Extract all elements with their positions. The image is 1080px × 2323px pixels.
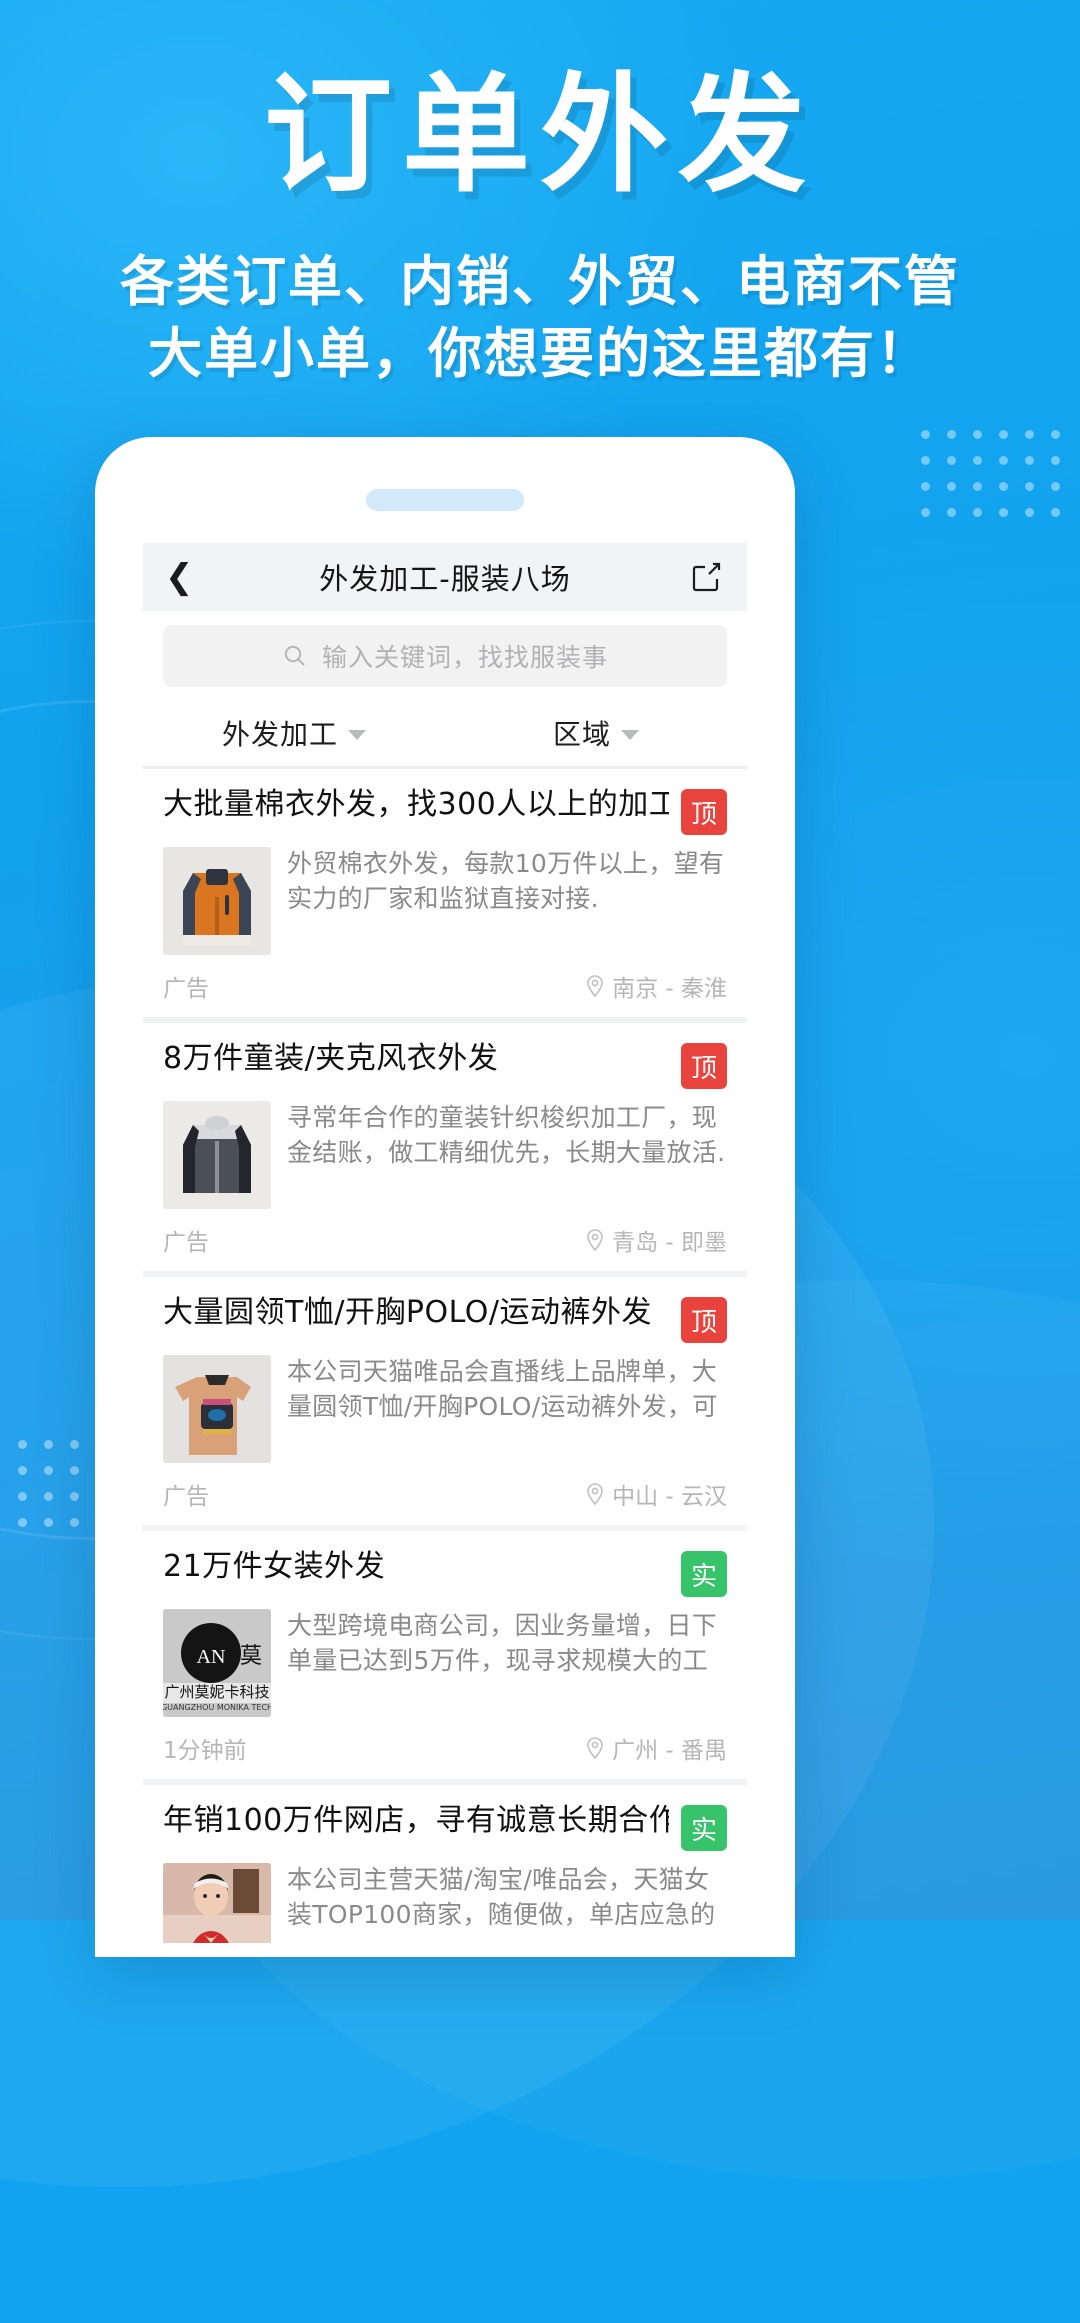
listing-card[interactable]: 21万件女装外发 实 AN 莫 广州莫妮卡科技 GUANGZHOU MONIKA… <box>143 1531 747 1785</box>
chevron-left-icon[interactable]: ❮ <box>165 560 205 594</box>
status-badge: 顶 <box>681 789 727 835</box>
search-input[interactable]: 输入关键词，找找服装事 <box>163 625 727 687</box>
filter-region-label: 区域 <box>552 717 611 751</box>
listing-card[interactable]: 大量圆领T恤/开胸POLO/运动裤外发 顶 本公司天猫唯品会直播线上品牌单，大量… <box>143 1277 747 1531</box>
hero-subtitle-line-1: 各类订单、内销、外贸、电商不管 <box>120 250 960 313</box>
listing-card[interactable]: 大批量棉衣外发，找300人以上的加工厂 顶 外贸棉衣外发，每款10万件以上，望有… <box>143 769 747 1023</box>
listing-meta: 广告 <box>163 976 209 1002</box>
listing-body: AN 莫 广州莫妮卡科技 GUANGZHOU MONIKA TECH 大型跨境电… <box>163 1609 727 1717</box>
hero-subtitle-line-2: 大单小单，你想要的这里都有！ <box>148 322 932 386</box>
listing-body: 本公司主营天猫/淘宝/唯品会，天猫女装TOP100商家，随便做，单店应急的包括，… <box>163 1863 727 1943</box>
listing-header: 21万件女装外发 实 <box>163 1549 727 1597</box>
status-badge: 顶 <box>681 1043 727 1089</box>
chevron-down-icon <box>621 729 639 740</box>
listing-title: 大量圆领T恤/开胸POLO/运动裤外发 <box>163 1295 653 1330</box>
listing-meta: 广告 <box>163 1230 209 1256</box>
filter-category-label: 外发加工 <box>221 717 338 751</box>
listing-description: 寻常年合作的童装针织梭织加工厂，现金结账，做工精细优先，长期大量放活. <box>287 1103 726 1167</box>
page-title: 订单外发 <box>263 61 816 210</box>
status-badge: 实 <box>681 1551 727 1597</box>
share-icon[interactable] <box>687 558 725 596</box>
listing-footer: 广告 青岛 - 即墨 <box>163 1209 727 1271</box>
listing-thumbnail[interactable] <box>163 847 271 955</box>
search-section: 输入关键词，找找服装事 <box>143 611 747 699</box>
filter-category[interactable]: 外发加工 <box>143 713 445 753</box>
listing-meta: 广告 <box>163 1484 209 1510</box>
listing-thumbnail[interactable] <box>163 1101 271 1209</box>
listing-header: 年销100万件网店，寻有诚意长期合作的加工厂 实 <box>163 1803 727 1851</box>
chevron-down-icon <box>348 729 366 740</box>
hero-subtitle: 各类订单、内销、外贸、电商不管 大单小单，你想要的这里都有！ <box>0 246 1080 391</box>
svg-text:莫: 莫 <box>240 1644 262 1669</box>
svg-text:AN: AN <box>197 1646 226 1668</box>
listing-body: 外贸棉衣外发，每款10万件以上，望有实力的厂家和监狱直接对接. <box>163 847 727 955</box>
filter-region[interactable]: 区域 <box>445 713 747 753</box>
listing-description: 本公司天猫唯品会直播线上品牌单，大量圆领T恤/开胸POLO/运动裤外发，可从裁至… <box>287 1357 718 1427</box>
listing-thumbnail[interactable]: AN 莫 广州莫妮卡科技 GUANGZHOU MONIKA TECH <box>163 1609 271 1717</box>
svg-text:广州莫妮卡科技: 广州莫妮卡科技 <box>164 1683 269 1701</box>
listing-card[interactable]: 8万件童装/夹克风衣外发 顶 寻常年合作的童装针织梭织加工厂，现金结账，做工精细… <box>143 1023 747 1277</box>
listing-title: 年销100万件网店，寻有诚意长期合作的加工厂 <box>163 1803 669 1838</box>
listing-footer: 1分钟前 广州 - 番禺 <box>163 1717 727 1779</box>
phone-mockup: ❮ 外发加工-服装八场 输入关键词，找找服装事 外发加工 区域 大批量棉衣外发，… <box>95 437 795 1957</box>
listing-header: 大批量棉衣外发，找300人以上的加工厂 顶 <box>163 787 727 835</box>
dot-grid-top-right <box>921 430 1060 517</box>
listing-location: 南京 - 秦淮 <box>585 969 727 1003</box>
app-screen: ❮ 外发加工-服装八场 输入关键词，找找服装事 外发加工 区域 大批量棉衣外发，… <box>143 543 747 1943</box>
listing-body: 寻常年合作的童装针织梭织加工厂，现金结账，做工精细优先，长期大量放活. <box>163 1101 727 1209</box>
listing-header: 大量圆领T恤/开胸POLO/运动裤外发 顶 <box>163 1295 727 1343</box>
listing-title: 大批量棉衣外发，找300人以上的加工厂 <box>163 787 669 822</box>
listing-title: 8万件童装/夹克风衣外发 <box>163 1041 499 1076</box>
search-icon <box>284 645 305 666</box>
listing-location: 青岛 - 即墨 <box>585 1223 727 1257</box>
listing-card[interactable]: 年销100万件网店，寻有诚意长期合作的加工厂 实 本公司主营天猫/淘宝/唯品会，… <box>143 1785 747 1943</box>
listing-meta: 1分钟前 <box>163 1738 247 1764</box>
listing-location: 中山 - 云汉 <box>585 1477 727 1511</box>
phone-speaker <box>366 489 524 511</box>
hero-section: 订单外发 各类订单、内销、外贸、电商不管 大单小单，你想要的这里都有！ <box>0 0 1080 391</box>
listing-footer: 广告 南京 - 秦淮 <box>163 955 727 1017</box>
listing-list: 大批量棉衣外发，找300人以上的加工厂 顶 外贸棉衣外发，每款10万件以上，望有… <box>143 769 747 1943</box>
app-navbar: ❮ 外发加工-服装八场 <box>143 543 747 611</box>
listing-description: 大型跨境电商公司，因业务量增，日下单量已达到5万件，现寻求规模大的工厂合作.. <box>287 1611 718 1681</box>
listing-footer: 广告 中山 - 云汉 <box>163 1463 727 1525</box>
listing-location-label: 南京 - 秦淮 <box>612 976 727 1002</box>
search-placeholder: 输入关键词，找找服装事 <box>321 643 608 672</box>
listing-description: 外贸棉衣外发，每款10万件以上，望有实力的厂家和监狱直接对接. <box>287 849 725 913</box>
listing-body: 本公司天猫唯品会直播线上品牌单，大量圆领T恤/开胸POLO/运动裤外发，可从裁至… <box>163 1355 727 1463</box>
listing-title: 21万件女装外发 <box>163 1549 386 1584</box>
listing-location: 广州 - 番禺 <box>585 1731 727 1765</box>
listing-location-label: 中山 - 云汉 <box>612 1484 727 1510</box>
status-badge: 顶 <box>681 1297 727 1343</box>
listing-location-label: 广州 - 番禺 <box>612 1738 727 1764</box>
listing-location-label: 青岛 - 即墨 <box>612 1230 727 1256</box>
listing-thumbnail[interactable] <box>163 1355 271 1463</box>
listing-description: 本公司主营天猫/淘宝/唯品会，天猫女装TOP100商家，随便做，单店应急的包括，… <box>287 1865 716 1935</box>
listing-header: 8万件童装/夹克风衣外发 顶 <box>163 1041 727 1089</box>
listing-thumbnail[interactable] <box>163 1863 271 1943</box>
svg-text:GUANGZHOU MONIKA TECH: GUANGZHOU MONIKA TECH <box>163 1703 271 1712</box>
status-badge: 实 <box>681 1805 727 1851</box>
filter-row: 外发加工 区域 <box>143 699 747 769</box>
app-title: 外发加工-服装八场 <box>319 562 571 596</box>
